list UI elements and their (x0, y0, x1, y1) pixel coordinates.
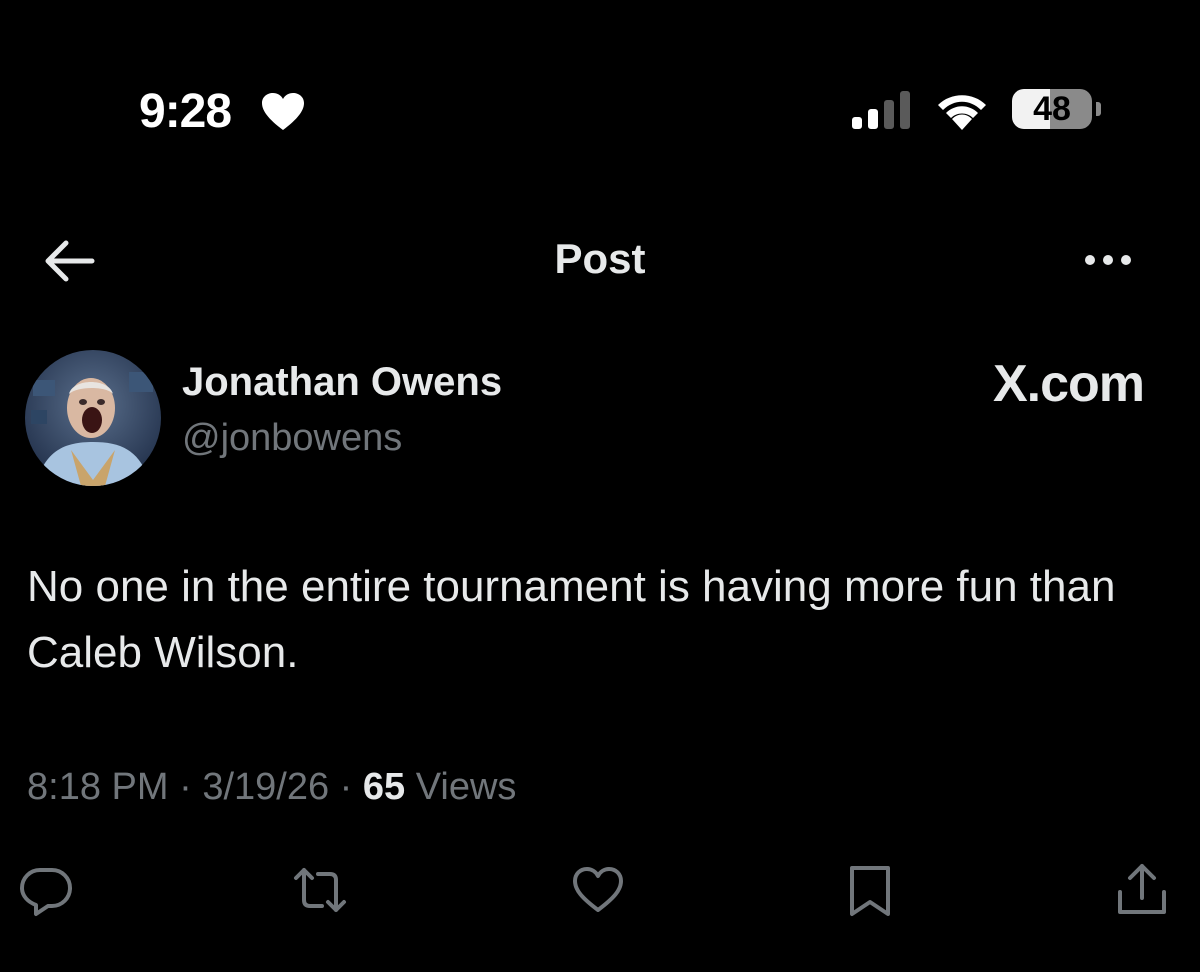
repost-icon (294, 868, 346, 912)
post-header: Jonathan Owens @jonbowens X.com (0, 330, 1200, 490)
post-text: No one in the entire tournament is havin… (27, 562, 1116, 677)
heart-icon (262, 93, 304, 130)
battery-icon: 48 (1012, 89, 1092, 129)
like-icon (573, 867, 623, 912)
post-date[interactable]: 3/19/26 (202, 766, 329, 808)
share-button[interactable] (1114, 862, 1170, 918)
meta-separator: · (329, 766, 363, 808)
page-title: Post (554, 235, 646, 282)
post-metadata: 8:18 PM · 3/19/26 · 65 Views (27, 762, 516, 812)
repost-button[interactable] (292, 862, 348, 918)
views-label[interactable]: Views (416, 766, 517, 808)
more-horizontal-icon[interactable] (1080, 248, 1140, 272)
status-bar: 9:28 48 (0, 0, 1200, 200)
reply-button[interactable] (18, 862, 74, 918)
avatar-image (25, 350, 161, 486)
reply-icon (20, 868, 72, 916)
post-time: 8:18 PM (27, 766, 169, 808)
battery-tip (1096, 102, 1101, 116)
wifi-icon (938, 95, 986, 130)
navigation-bar: Post (0, 220, 1200, 300)
action-bar (0, 850, 1200, 930)
avatar[interactable] (25, 350, 161, 486)
bookmark-icon (850, 866, 890, 916)
meta-separator: · (168, 766, 203, 808)
status-time: 9:28 (139, 85, 232, 138)
share-icon (1118, 864, 1166, 914)
battery-percentage: 48 (1033, 90, 1071, 128)
author-name[interactable]: Jonathan Owens (182, 358, 502, 406)
cellular-signal-icon (852, 91, 910, 129)
bookmark-button[interactable] (842, 862, 898, 918)
source-label: X.com (992, 355, 1145, 413)
views-count[interactable]: 65 (363, 766, 405, 808)
like-button[interactable] (570, 862, 626, 918)
battery-indicator: 48 (1012, 89, 1102, 131)
author-handle[interactable]: @jonbowens (182, 415, 402, 461)
